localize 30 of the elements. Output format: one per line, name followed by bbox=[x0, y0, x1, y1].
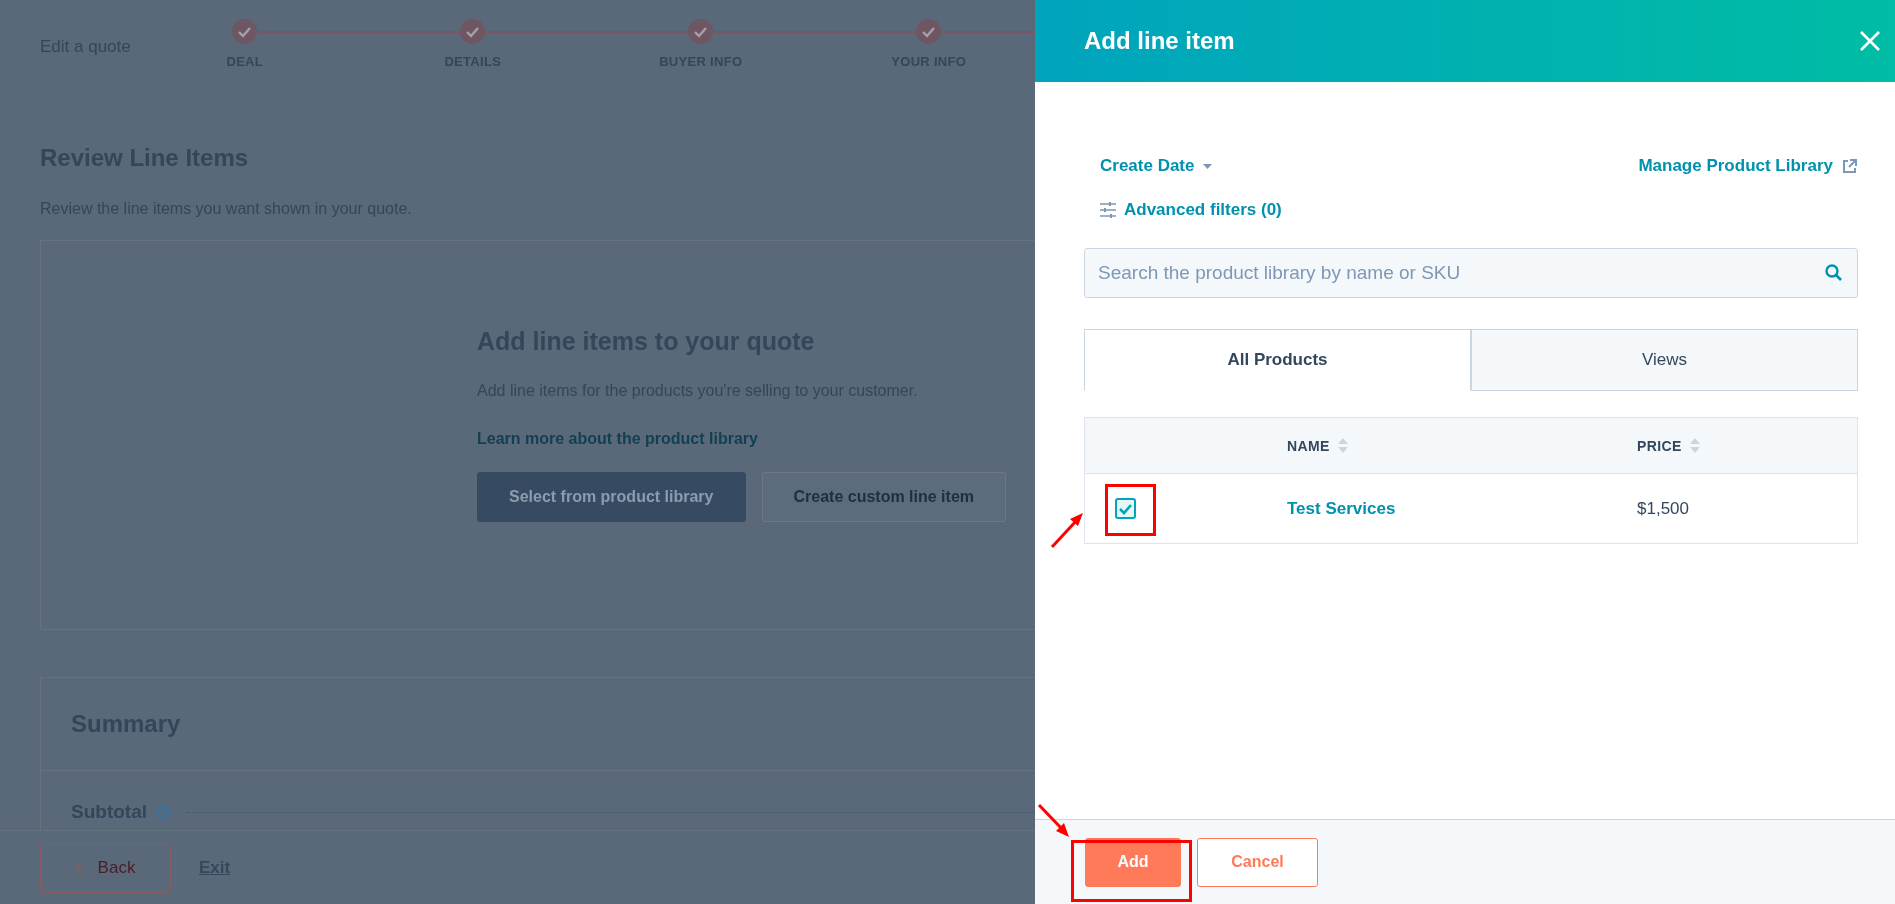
external-link-icon bbox=[1841, 158, 1858, 174]
checkbox[interactable] bbox=[1115, 498, 1136, 519]
panel-title: Add line item bbox=[1084, 27, 1235, 55]
sliders-icon bbox=[1100, 202, 1116, 218]
column-header[interactable]: PRICE bbox=[1637, 437, 1682, 454]
table-cell: $1,500 bbox=[1637, 498, 1689, 518]
advanced-filters-link[interactable]: Advanced filters (0) bbox=[1100, 200, 1282, 220]
sort-dropdown[interactable]: Create Date bbox=[1100, 156, 1212, 176]
caret-icon bbox=[1202, 163, 1212, 169]
annotation-arrow bbox=[1050, 513, 1083, 548]
tab[interactable]: Views bbox=[1471, 329, 1858, 391]
select-library-button[interactable]: Select from product library bbox=[477, 472, 746, 522]
add-button[interactable]: Add bbox=[1085, 837, 1181, 887]
chevron-left-icon bbox=[75, 861, 84, 874]
manage-library-link[interactable]: Manage Product Library bbox=[1638, 156, 1858, 176]
back-button[interactable]: Back bbox=[40, 842, 171, 893]
cancel-button[interactable]: Cancel bbox=[1197, 837, 1318, 887]
highlight-frame bbox=[1105, 484, 1156, 536]
tab[interactable]: All Products bbox=[1084, 329, 1471, 391]
custom-item-button[interactable]: Create custom line item bbox=[761, 472, 1006, 522]
close-icon[interactable] bbox=[1859, 30, 1881, 52]
product-name-link[interactable]: Test Services bbox=[1287, 498, 1396, 518]
sort-icon[interactable] bbox=[1337, 438, 1348, 453]
annotation-arrow bbox=[1037, 803, 1069, 837]
check-icon bbox=[1119, 502, 1132, 515]
sort-icon[interactable] bbox=[1689, 438, 1700, 453]
learn-more-link[interactable]: Learn more about the product library bbox=[477, 430, 758, 448]
search-icon[interactable] bbox=[1825, 264, 1842, 281]
search-field[interactable]: Search the product library by name or SKU bbox=[1084, 248, 1858, 298]
column-header[interactable]: NAME bbox=[1287, 437, 1330, 454]
